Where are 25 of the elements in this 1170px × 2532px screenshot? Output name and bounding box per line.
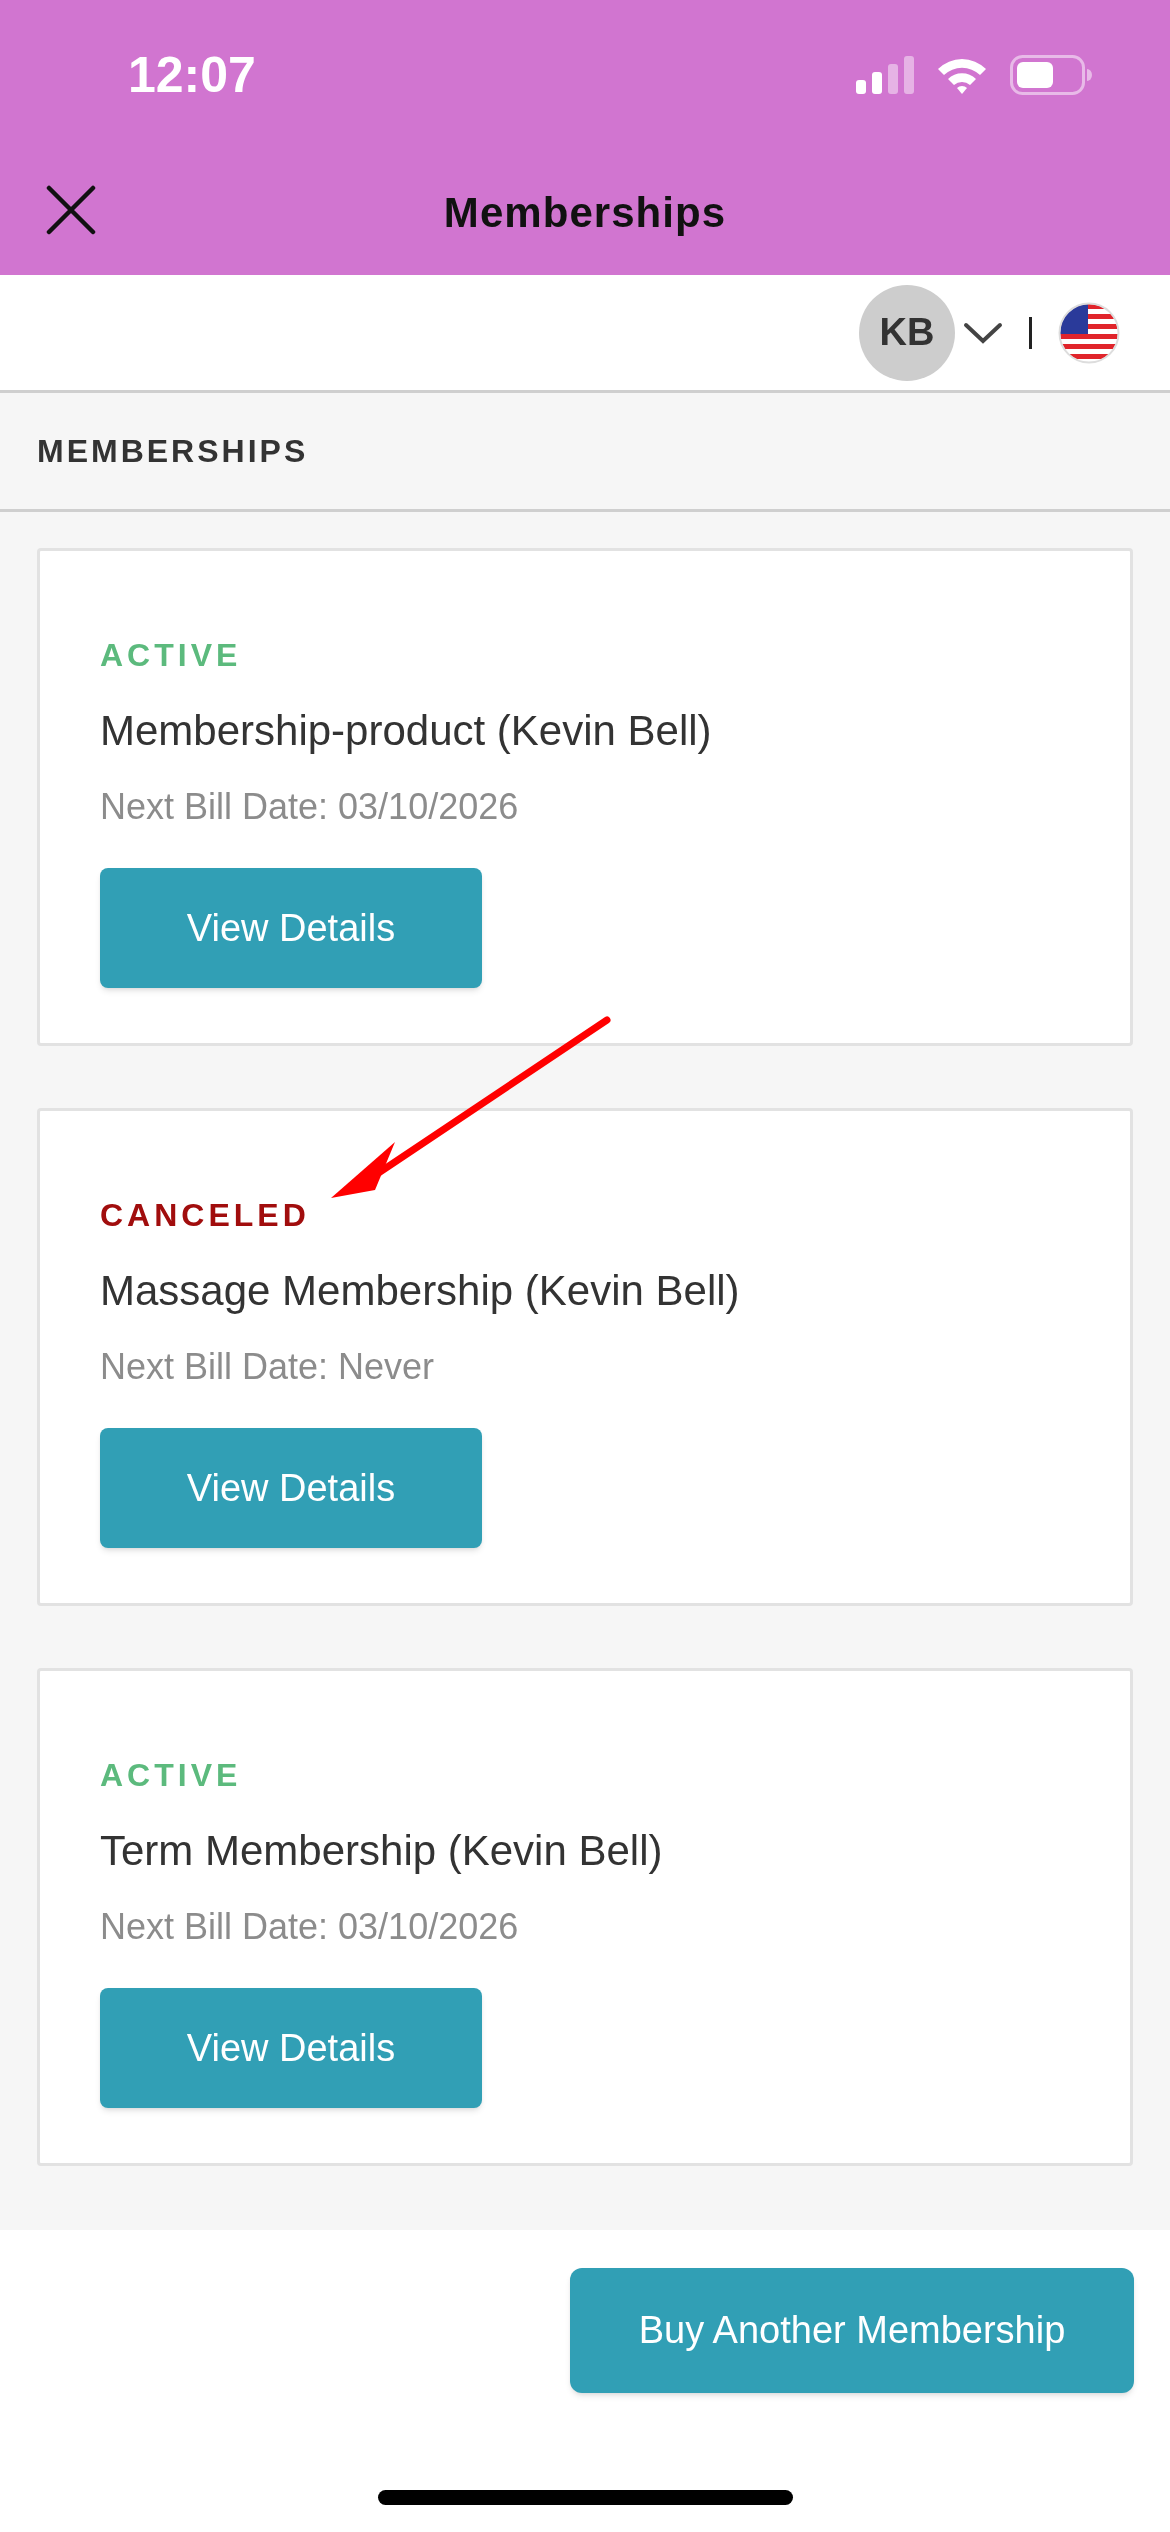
status-label: CANCELED [100,1196,311,1235]
section-title: MEMBERSHIPS [37,432,309,471]
next-bill-date: Next Bill Date: 03/10/2026 [100,1905,520,1949]
view-details-button[interactable]: View Details [100,868,482,988]
chevron-down-icon [963,321,1003,344]
buy-membership-button[interactable]: Buy Another Membership [570,2268,1134,2393]
page-title: Memberships [443,188,727,238]
us-flag-icon[interactable] [1058,301,1120,364]
membership-name: Membership-product (Kevin Bell) [100,706,713,756]
battery-icon [1010,55,1092,95]
account-menu-button[interactable]: KB [859,284,1003,381]
membership-name: Massage Membership (Kevin Bell) [100,1266,741,1316]
wifi-icon [936,56,988,94]
avatar: KB [859,284,955,381]
signal-icon [856,56,914,94]
view-details-button[interactable]: View Details [100,1428,482,1548]
next-bill-date: Next Bill Date: Never [100,1345,436,1389]
status-time: 12:07 [128,45,256,105]
close-icon [46,185,96,235]
status-label: ACTIVE [100,1756,243,1795]
next-bill-date: Next Bill Date: 03/10/2026 [100,785,520,829]
status-label: ACTIVE [100,636,243,675]
membership-name: Term Membership (Kevin Bell) [100,1826,664,1876]
view-details-button[interactable]: View Details [100,1988,482,2108]
close-button[interactable] [44,183,98,237]
